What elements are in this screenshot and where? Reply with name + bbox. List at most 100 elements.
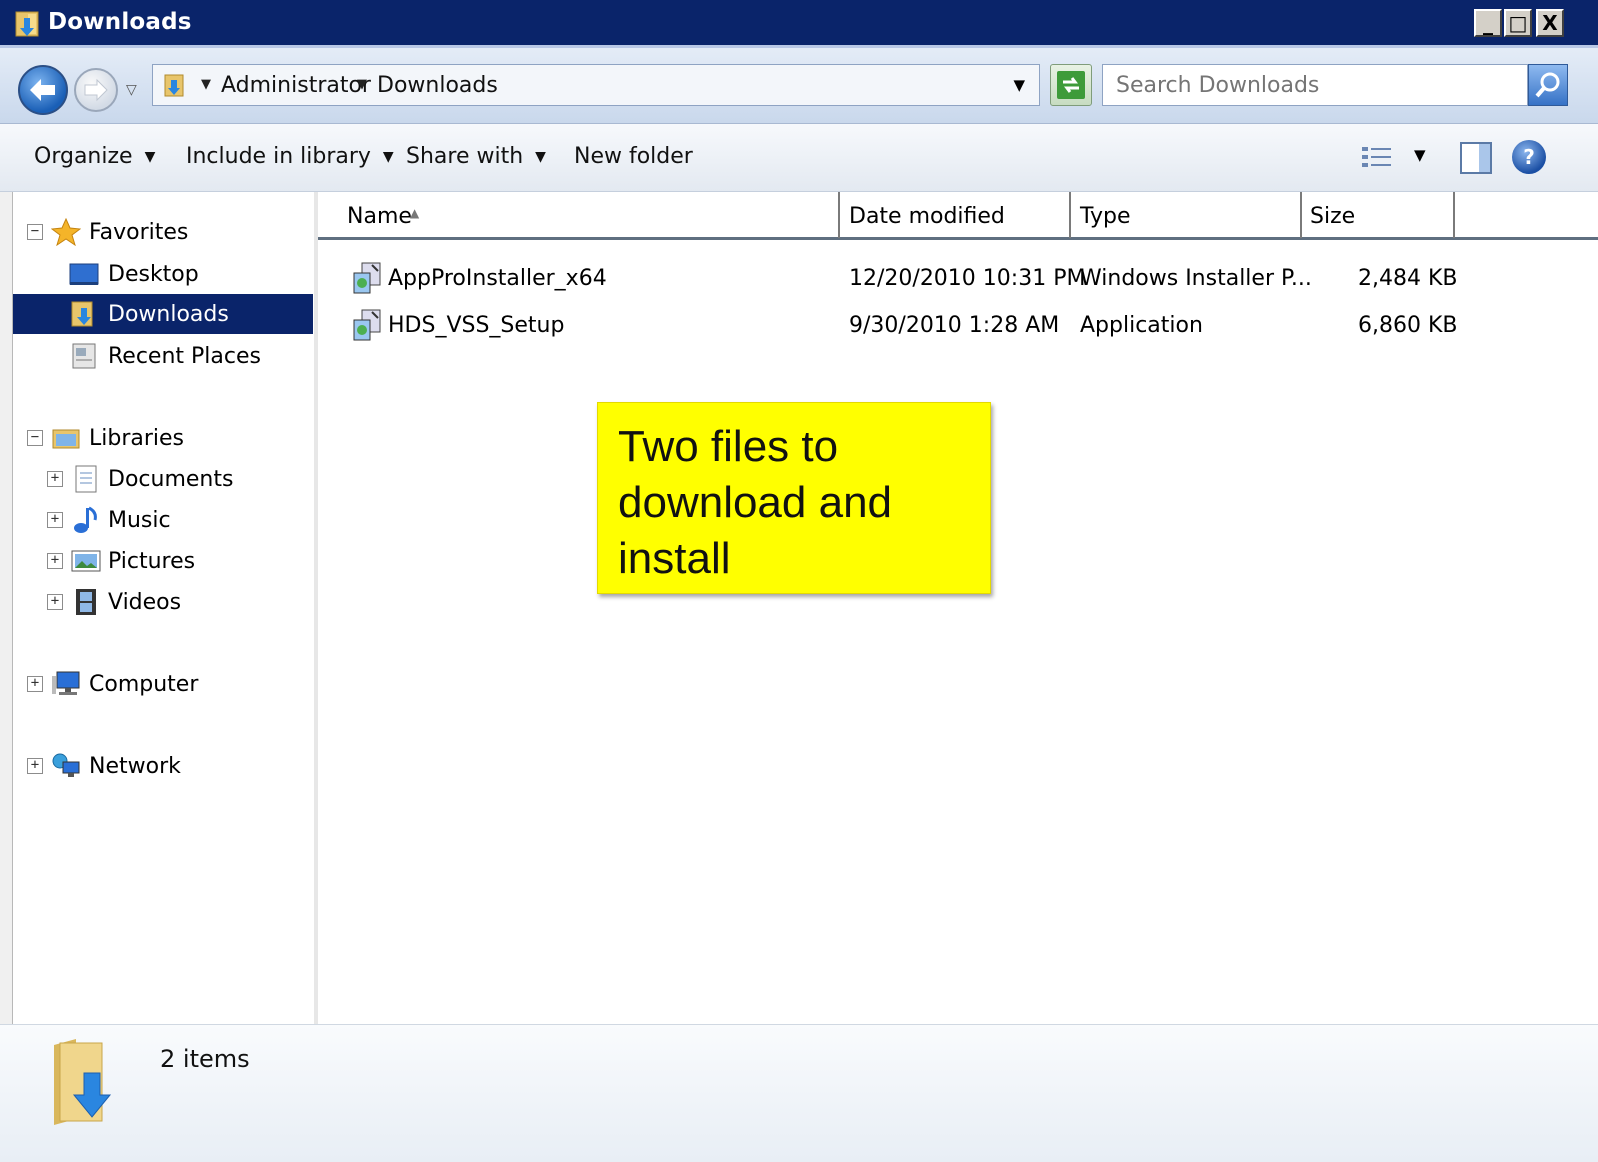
nav-item-computer[interactable]: + Computer [13,664,313,704]
expand-toggle[interactable]: + [47,471,63,487]
include-in-library-label: Include in library [186,144,371,169]
back-button[interactable] [18,65,68,115]
close-button[interactable]: X [1536,9,1564,37]
chevron-down-icon[interactable]: ▼ [201,77,211,92]
nav-item-favorites[interactable]: − Favorites [13,212,313,252]
column-header-size[interactable]: Size [1302,192,1455,238]
organize-label: Organize [34,144,133,169]
documents-icon [75,465,97,493]
expand-toggle[interactable]: + [27,758,43,774]
forward-arrow-icon [84,78,108,102]
file-list[interactable]: Name ▲ Date modified Type Size AppProIns… [318,192,1598,1024]
refresh-button[interactable] [1050,64,1092,106]
change-view-icon[interactable] [1360,144,1394,172]
expand-toggle[interactable]: + [27,676,43,692]
nav-item-recent-places[interactable]: Recent Places [13,336,313,376]
forward-button[interactable] [74,68,118,112]
nav-item-videos[interactable]: + Videos [13,582,313,622]
file-date: 12/20/2010 10:31 PM [849,266,1086,291]
folder-icon [164,74,184,97]
preview-pane-button[interactable] [1460,142,1492,174]
nav-label: Libraries [89,426,185,451]
navigation-pane[interactable]: − Favorites Desktop Downloads Recent Pla… [12,192,314,1024]
help-button[interactable]: ? [1512,140,1546,174]
network-icon [52,753,80,777]
file-type: Windows Installer P... [1080,266,1312,291]
collapse-toggle[interactable]: − [27,430,43,446]
callout-line: Two files to [618,422,839,471]
address-bar[interactable]: ▼ Administrator ▼ Downloads ▼ [152,64,1040,106]
nav-label: Computer [89,672,199,697]
nav-label: Music [108,508,171,533]
share-with-button[interactable]: Share with ▼ [406,144,546,169]
expand-toggle[interactable]: + [47,512,63,528]
command-bar: Organize ▼ Include in library ▼ Share with… [0,124,1598,192]
view-options-dropdown[interactable]: ▼ [1414,146,1426,164]
address-history-dropdown[interactable]: ▼ [1013,76,1025,94]
file-size: 6,860 KB [1358,313,1458,338]
chevron-down-icon[interactable]: ▼ [357,77,367,92]
column-label: Name [347,204,412,229]
file-type: Application [1080,313,1203,338]
include-in-library-button[interactable]: Include in library ▼ [186,144,394,169]
expand-toggle[interactable]: + [47,594,63,610]
pictures-icon [71,550,101,572]
nav-item-pictures[interactable]: + Pictures [13,541,313,581]
file-row[interactable]: AppProInstaller_x64 12/20/2010 10:31 PM … [318,256,1598,302]
breadcrumb-administrator[interactable]: Administrator [221,73,371,98]
search-field[interactable] [1102,64,1528,106]
breadcrumb-downloads[interactable]: Downloads [377,73,498,98]
search-input[interactable] [1103,65,1527,105]
search-icon [1535,72,1560,98]
nav-item-libraries[interactable]: − Libraries [13,418,313,458]
nav-item-downloads[interactable]: Downloads [13,294,313,334]
annotation-callout: Two files to download and install [597,402,991,594]
file-name: HDS_VSS_Setup [388,313,565,338]
column-header-row: Name ▲ Date modified Type Size [318,192,1598,240]
collapse-toggle[interactable]: − [27,224,43,240]
column-label: Size [1310,204,1356,229]
desktop-icon [69,263,99,285]
window-title: Downloads [48,9,192,35]
nav-item-network[interactable]: + Network [13,746,313,786]
music-icon [74,506,97,533]
item-count: 2 items [160,1045,250,1073]
column-label: Type [1080,204,1131,229]
nav-label: Favorites [89,220,189,245]
file-row[interactable]: HDS_VSS_Setup 9/30/2010 1:28 AM Applicat… [318,303,1598,349]
nav-label: Network [89,754,181,779]
recent-pages-dropdown[interactable]: ▽ [126,82,137,98]
nav-item-documents[interactable]: + Documents [13,459,313,499]
computer-icon [52,671,80,695]
title-bar[interactable]: Downloads _ □ X [0,0,1598,48]
minimize-button[interactable]: _ [1474,9,1502,37]
maximize-button[interactable]: □ [1504,9,1532,37]
nav-item-music[interactable]: + Music [13,500,313,540]
column-header-date-modified[interactable]: Date modified [840,192,1071,238]
back-arrow-icon [30,79,55,101]
videos-icon [76,589,96,615]
nav-item-desktop[interactable]: Desktop [13,254,313,294]
file-date: 9/30/2010 1:28 AM [849,313,1060,338]
expand-toggle[interactable]: + [47,553,63,569]
callout-line: download and [618,478,893,527]
column-header-type[interactable]: Type [1071,192,1302,238]
callout-line: install [618,534,731,583]
sort-ascending-icon: ▲ [410,206,420,220]
refresh-icon [1057,71,1085,99]
libraries-icon [52,429,80,449]
star-icon [51,218,81,246]
chevron-down-icon: ▼ [144,149,156,165]
column-label: Date modified [849,204,1005,229]
file-size: 2,484 KB [1358,266,1458,291]
search-button[interactable] [1528,64,1568,106]
installer-icon [353,262,381,294]
recent-places-icon [72,343,96,369]
downloads-folder-icon [54,1039,112,1125]
column-header-name[interactable]: Name ▲ [318,192,840,238]
nav-label: Pictures [108,549,196,574]
organize-button[interactable]: Organize ▼ [34,144,155,169]
nav-label: Recent Places [108,344,261,369]
chevron-down-icon: ▼ [535,149,546,165]
new-folder-button[interactable]: New folder [574,144,693,169]
